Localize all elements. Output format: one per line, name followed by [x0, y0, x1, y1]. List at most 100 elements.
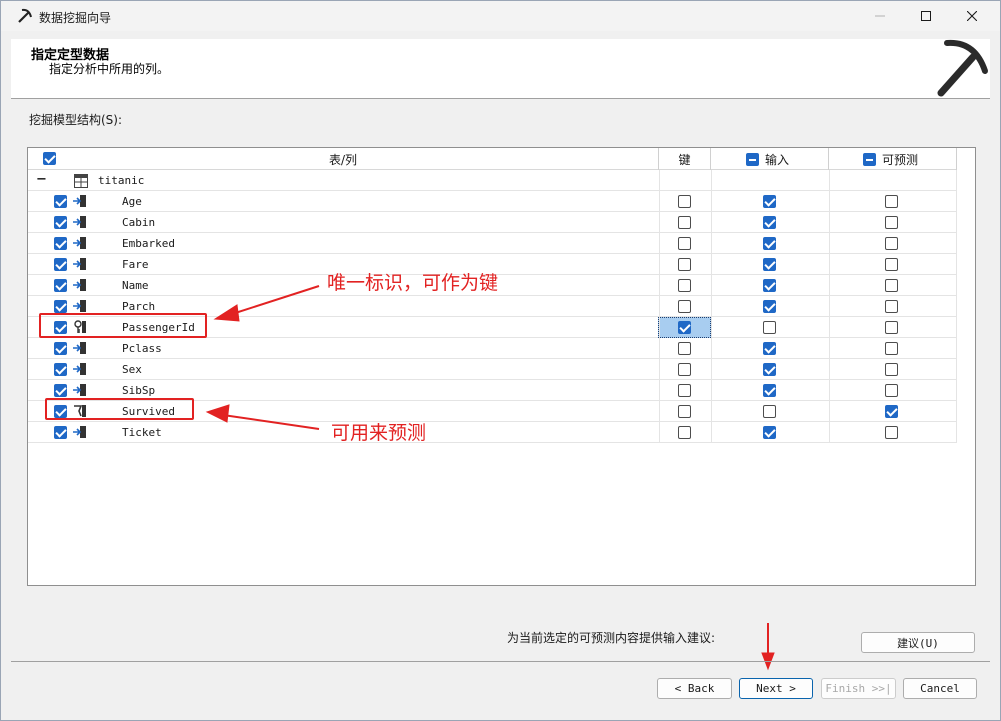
- input-checkbox[interactable]: [763, 426, 776, 439]
- column-name: Age: [122, 195, 142, 208]
- minimize-icon: [875, 15, 885, 17]
- input-column-icon: [73, 237, 86, 249]
- input-checkbox[interactable]: [763, 195, 776, 208]
- input-column-icon: [73, 195, 86, 207]
- predictable-checkbox[interactable]: [885, 405, 898, 418]
- predictable-checkbox[interactable]: [885, 237, 898, 250]
- predictable-checkbox[interactable]: [885, 363, 898, 376]
- key-column-label: 键: [678, 152, 691, 167]
- table-icon: [74, 174, 88, 188]
- finish-button[interactable]: Finish >>|: [821, 678, 896, 699]
- key-checkbox[interactable]: [678, 279, 691, 292]
- key-checkbox[interactable]: [678, 237, 691, 250]
- table-row-titanic[interactable]: − titanic: [28, 170, 957, 191]
- input-checkbox[interactable]: [763, 216, 776, 229]
- key-checkbox[interactable]: [678, 300, 691, 313]
- close-button[interactable]: [949, 1, 995, 31]
- select-all-checkbox[interactable]: [43, 152, 56, 165]
- wizard-window: 数据挖掘向导 指定定型数据 指定分析中所用的列。 挖掘模型结构(S): 表/列 …: [0, 0, 1001, 721]
- column-include-checkbox[interactable]: [54, 279, 67, 292]
- minimize-button[interactable]: [857, 1, 903, 31]
- wizard-header: 指定定型数据 指定分析中所用的列。: [11, 39, 990, 99]
- back-button[interactable]: < Back: [657, 678, 732, 699]
- key-checkbox[interactable]: [678, 363, 691, 376]
- suggest-description: 为当前选定的可预测内容提供输入建议:: [507, 631, 716, 645]
- input-checkbox[interactable]: [763, 237, 776, 250]
- mining-structure-label: 挖掘模型结构(S):: [29, 113, 123, 127]
- column-include-checkbox[interactable]: [54, 342, 67, 355]
- key-checkbox[interactable]: [678, 321, 691, 334]
- predictable-checkbox[interactable]: [885, 342, 898, 355]
- input-checkbox[interactable]: [763, 405, 776, 418]
- predictable-checkbox[interactable]: [885, 321, 898, 334]
- key-checkbox[interactable]: [678, 342, 691, 355]
- column-header-predictable: 可预测: [829, 148, 957, 170]
- input-checkbox[interactable]: [763, 321, 776, 334]
- input-checkbox[interactable]: [763, 258, 776, 271]
- input-checkbox[interactable]: [763, 300, 776, 313]
- predictable-all-checkbox[interactable]: [863, 152, 876, 166]
- column-header-input: 输入: [711, 148, 829, 170]
- key-checkbox[interactable]: [678, 216, 691, 229]
- maximize-button[interactable]: [903, 1, 949, 31]
- input-column-icon: [73, 384, 86, 396]
- column-name: Cabin: [122, 216, 156, 229]
- predict-annotation-text: 可用来预测: [331, 422, 427, 444]
- key-checkbox[interactable]: [678, 426, 691, 439]
- cancel-button[interactable]: Cancel: [903, 678, 977, 699]
- input-column-icon: [73, 216, 86, 228]
- input-checkbox[interactable]: [763, 384, 776, 397]
- input-column-icon: [73, 258, 86, 270]
- input-column-icon: [73, 363, 86, 375]
- next-button[interactable]: Next >: [739, 678, 813, 699]
- table-row[interactable]: Ticket: [28, 422, 957, 443]
- key-checkbox[interactable]: [678, 258, 691, 271]
- column-name: Fare: [122, 258, 149, 271]
- predictable-checkbox[interactable]: [885, 258, 898, 271]
- survived-highlight-box: [45, 398, 194, 420]
- key-checkbox[interactable]: [678, 195, 691, 208]
- column-include-checkbox[interactable]: [54, 363, 67, 376]
- column-include-checkbox[interactable]: [54, 195, 67, 208]
- table-row[interactable]: Age: [28, 191, 957, 212]
- table-row[interactable]: Cabin: [28, 212, 957, 233]
- column-name: Sex: [122, 363, 142, 376]
- input-checkbox[interactable]: [763, 363, 776, 376]
- column-include-checkbox[interactable]: [54, 258, 67, 271]
- column-name: Parch: [122, 300, 156, 313]
- table-row[interactable]: Sex: [28, 359, 957, 380]
- table-row[interactable]: Embarked: [28, 233, 957, 254]
- maximize-icon: [921, 11, 931, 21]
- input-column-icon: [73, 300, 86, 312]
- input-all-checkbox[interactable]: [746, 152, 759, 166]
- mining-structure-grid: 表/列 键 输入 可预测 − titanic Age Cabin Embarke…: [27, 147, 976, 586]
- collapse-icon[interactable]: −: [36, 172, 47, 187]
- window-title: 数据挖掘向导: [39, 11, 112, 25]
- predictable-checkbox[interactable]: [885, 216, 898, 229]
- column-include-checkbox[interactable]: [54, 216, 67, 229]
- column-include-checkbox[interactable]: [54, 426, 67, 439]
- predictable-checkbox[interactable]: [885, 279, 898, 292]
- column-header-key: 键: [659, 148, 711, 170]
- column-name: Pclass: [122, 342, 162, 355]
- predictable-checkbox[interactable]: [885, 300, 898, 313]
- predictable-checkbox[interactable]: [885, 384, 898, 397]
- column-name: SibSp: [122, 384, 156, 397]
- column-include-checkbox[interactable]: [54, 300, 67, 313]
- passengerid-highlight-box: [39, 313, 207, 338]
- predictable-checkbox[interactable]: [885, 195, 898, 208]
- input-column-icon: [73, 342, 86, 354]
- predictable-checkbox[interactable]: [885, 426, 898, 439]
- key-checkbox[interactable]: [678, 384, 691, 397]
- suggest-button[interactable]: 建议(U): [861, 632, 975, 653]
- table-row[interactable]: Pclass: [28, 338, 957, 359]
- title-bar: 数据挖掘向导: [1, 1, 1000, 31]
- table-column-label: 表/列: [328, 152, 358, 167]
- input-column-label: 输入: [765, 152, 790, 167]
- input-column-icon: [73, 279, 86, 291]
- key-checkbox[interactable]: [678, 405, 691, 418]
- input-checkbox[interactable]: [763, 279, 776, 292]
- column-include-checkbox[interactable]: [54, 237, 67, 250]
- column-include-checkbox[interactable]: [54, 384, 67, 397]
- input-checkbox[interactable]: [763, 342, 776, 355]
